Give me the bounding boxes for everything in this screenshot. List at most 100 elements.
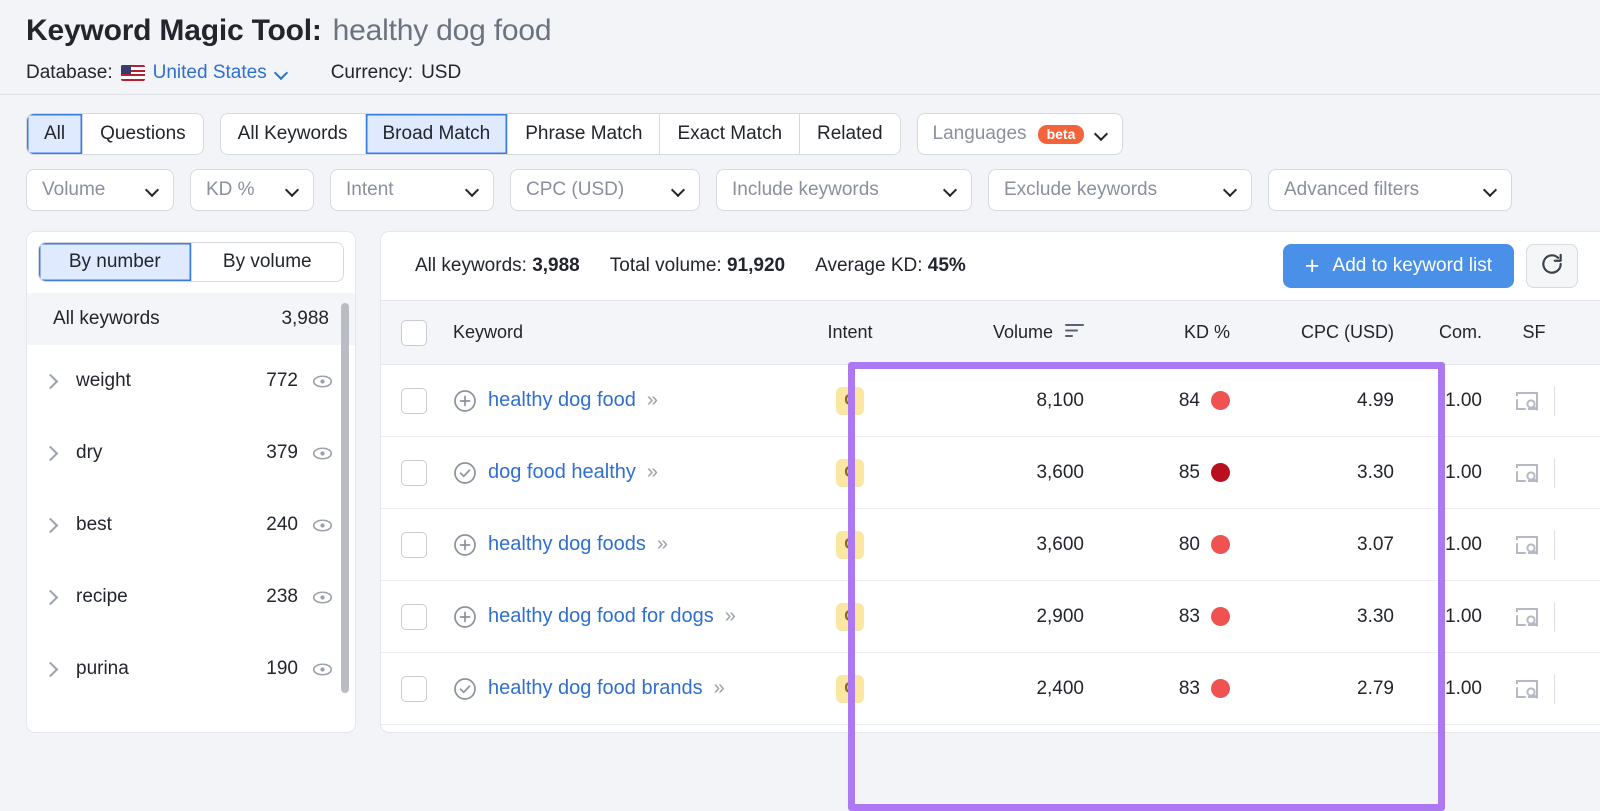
tab-related[interactable]: Related (800, 114, 900, 154)
column-header-kd[interactable]: KD % (1098, 300, 1244, 365)
chevron-down-icon[interactable] (286, 184, 298, 196)
chevron-down-icon[interactable] (146, 184, 158, 196)
eye-icon[interactable] (312, 587, 333, 608)
add-to-keyword-list-button[interactable]: + Add to keyword list (1282, 244, 1514, 288)
chevron-right-icon[interactable] (43, 375, 56, 388)
database-value[interactable]: United States (153, 62, 267, 84)
tab-exact-match[interactable]: Exact Match (660, 114, 801, 154)
plus-circle-icon[interactable] (453, 389, 477, 413)
row-checkbox[interactable] (401, 387, 427, 414)
expand-arrows-icon[interactable]: » (725, 605, 736, 628)
chevron-down-icon[interactable] (466, 184, 478, 196)
serp-features-icon[interactable] (1514, 606, 1540, 628)
chevron-right-icon[interactable] (43, 519, 56, 532)
check-circle-icon[interactable] (453, 461, 477, 485)
row-checkbox[interactable] (401, 603, 427, 630)
sidebar-item-best[interactable]: best 240 (27, 489, 355, 561)
eye-icon[interactable] (312, 515, 333, 536)
table-row[interactable]: healthy dog food for dogs » C 2,900 83 3… (381, 580, 1600, 653)
advanced-filters-dropdown[interactable]: Advanced filters (1268, 169, 1512, 211)
serp-features-icon[interactable] (1514, 678, 1540, 700)
refresh-button[interactable] (1526, 244, 1578, 288)
include-keywords-dropdown[interactable]: Include keywords (716, 169, 972, 211)
plus-circle-icon[interactable] (453, 605, 477, 629)
sort-descending-icon[interactable] (1065, 322, 1084, 343)
row-checkbox[interactable] (401, 459, 427, 486)
sidebar-scrollbar[interactable] (341, 303, 349, 693)
sidebar-item-recipe[interactable]: recipe 238 (27, 561, 355, 633)
sidebar-sort-toggle[interactable]: By number By volume (38, 242, 344, 282)
intent-filter-dropdown[interactable]: Intent (330, 169, 494, 211)
chevron-down-icon[interactable] (944, 184, 956, 196)
table-row[interactable]: healthy dog foods » C 3,600 80 3.07 1.00 (381, 508, 1600, 581)
table-row[interactable]: healthy dog food » C 8,100 84 4.99 1.00 (381, 364, 1600, 437)
keyword-link[interactable]: healthy dog food brands (488, 677, 703, 700)
competition-cell: 1.00 (1408, 508, 1496, 581)
expand-arrows-icon[interactable]: » (647, 389, 658, 412)
intent-badge[interactable]: C (836, 602, 864, 631)
tab-questions[interactable]: Questions (83, 114, 203, 154)
serp-features-icon[interactable] (1514, 534, 1540, 556)
sf-cell (1496, 580, 1572, 653)
select-all-checkbox[interactable] (401, 319, 427, 346)
chevron-down-icon[interactable] (275, 67, 287, 79)
keyword-link[interactable]: dog food healthy (488, 461, 636, 484)
sidebar-item-weight[interactable]: weight 772 (27, 345, 355, 417)
database-selector[interactable]: Database: United States (26, 62, 287, 84)
intent-badge[interactable]: C (836, 674, 864, 703)
toggle-by-number[interactable]: By number (39, 243, 192, 281)
chevron-down-icon[interactable] (1484, 184, 1496, 196)
tab-all[interactable]: All (27, 114, 84, 154)
table-row[interactable]: dog food healthy » C 3,600 85 3.30 1.00 (381, 436, 1600, 509)
kd-difficulty-dot (1211, 535, 1230, 554)
chevron-down-icon[interactable] (1095, 128, 1107, 140)
chevron-right-icon[interactable] (43, 447, 56, 460)
check-circle-icon[interactable] (453, 677, 477, 701)
sidebar-item-dry[interactable]: dry 379 (27, 417, 355, 489)
keyword-link[interactable]: healthy dog food (488, 389, 636, 412)
serp-features-icon[interactable] (1514, 462, 1540, 484)
plus-circle-icon[interactable] (453, 533, 477, 557)
kd-value: 85 (1178, 461, 1200, 483)
expand-arrows-icon[interactable]: » (657, 533, 668, 556)
column-header-intent[interactable]: Intent (798, 300, 902, 365)
keyword-link[interactable]: healthy dog foods (488, 533, 646, 556)
column-header-sf[interactable]: SF (1496, 300, 1572, 365)
chevron-right-icon[interactable] (43, 663, 56, 676)
kd-filter-dropdown[interactable]: KD % (190, 169, 314, 211)
eye-icon[interactable] (312, 659, 333, 680)
row-checkbox[interactable] (401, 675, 427, 702)
tab-all-keywords[interactable]: All Keywords (220, 114, 366, 154)
serp-features-icon[interactable] (1514, 390, 1540, 412)
chevron-down-icon[interactable] (1224, 184, 1236, 196)
eye-icon[interactable] (312, 443, 333, 464)
expand-arrows-icon[interactable]: » (714, 677, 725, 700)
chevron-down-icon[interactable] (672, 184, 684, 196)
intent-badge[interactable]: C (836, 386, 864, 415)
keyword-link[interactable]: healthy dog food for dogs (488, 605, 714, 628)
match-type-toggle[interactable]: All Keywords Broad Match Phrase Match Ex… (219, 113, 901, 155)
column-header-cpc[interactable]: CPC (USD) (1244, 300, 1408, 365)
tab-broad-match[interactable]: Broad Match (365, 114, 509, 154)
column-header-volume[interactable]: Volume (902, 300, 1098, 365)
column-header-com[interactable]: Com. (1408, 300, 1496, 365)
intent-badge[interactable]: C (836, 458, 864, 487)
exclude-keywords-dropdown[interactable]: Exclude keywords (988, 169, 1252, 211)
keyword-type-toggle[interactable]: All Questions (26, 113, 204, 155)
sf-cell (1496, 436, 1572, 509)
toggle-by-volume[interactable]: By volume (191, 243, 343, 281)
sidebar-item-purina[interactable]: purina 190 (27, 633, 355, 705)
expand-arrows-icon[interactable]: » (647, 461, 658, 484)
volume-filter-dropdown[interactable]: Volume (26, 169, 174, 211)
chevron-right-icon[interactable] (43, 591, 56, 604)
eye-icon[interactable] (312, 371, 333, 392)
tab-phrase-match[interactable]: Phrase Match (508, 114, 661, 154)
intent-badge[interactable]: C (836, 530, 864, 559)
row-checkbox[interactable] (401, 531, 427, 558)
sidebar-item-all-keywords[interactable]: All keywords 3,988 (27, 293, 355, 345)
column-header-keyword[interactable]: Keyword (439, 300, 798, 365)
languages-dropdown[interactable]: Languages beta (916, 113, 1124, 155)
table-row[interactable]: healthy dog food brands » C 2,400 83 2.7… (381, 652, 1600, 725)
column-header-volume-label: Volume (992, 322, 1053, 342)
cpc-filter-dropdown[interactable]: CPC (USD) (510, 169, 700, 211)
